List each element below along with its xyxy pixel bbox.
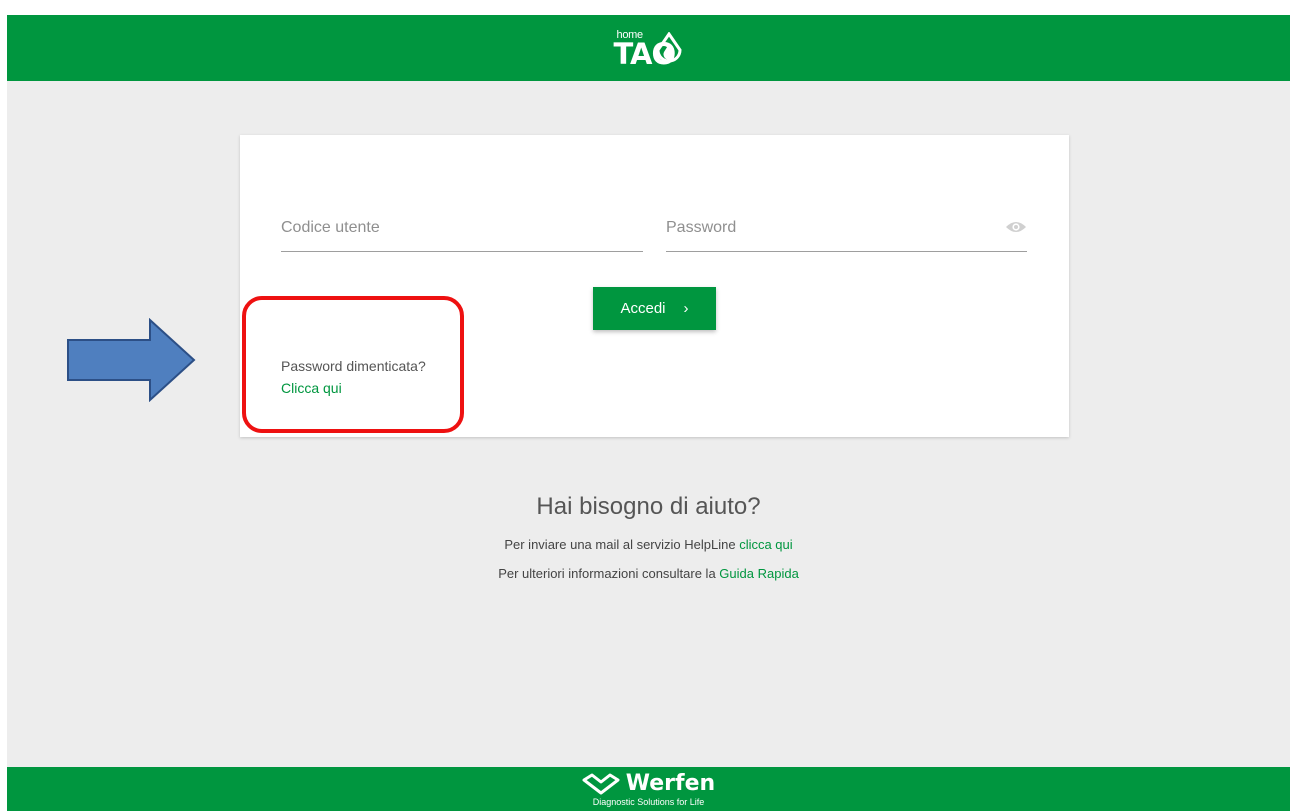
home-tao-logo-icon: home TAO [614, 23, 684, 73]
help-section: Hai bisogno di aiuto? Per inviare una ma… [7, 493, 1290, 581]
werfen-mark-icon [582, 773, 620, 794]
page-frame: home TAO Accedi › Password dimenticata? [7, 15, 1290, 811]
password-input[interactable] [666, 217, 1027, 237]
annotation-arrow-icon [67, 318, 196, 402]
help-mail-text: Per inviare una mail al servizio HelpLin… [504, 537, 740, 552]
drop-icon [655, 32, 682, 63]
helpline-mail-link[interactable]: clicca qui [739, 537, 792, 552]
footer-tagline: Diagnostic Solutions for Life [592, 797, 705, 807]
login-button[interactable]: Accedi › [593, 287, 716, 330]
footer-brand-name: Werfen [625, 771, 716, 796]
help-guide-line: Per ulteriori informazioni consultare la… [7, 566, 1290, 581]
eye-icon[interactable] [1005, 220, 1027, 234]
help-guide-text: Per ulteriori informazioni consultare la [498, 566, 720, 581]
login-button-label: Accedi [620, 300, 666, 317]
password-field [666, 217, 1027, 252]
annotation-highlight-box [242, 296, 464, 433]
footer-bar: Werfen Diagnostic Solutions for Life [7, 767, 1290, 811]
help-mail-line: Per inviare una mail al servizio HelpLin… [7, 537, 1290, 552]
user-code-input[interactable] [281, 217, 643, 237]
user-code-field [281, 217, 643, 252]
chevron-right-icon: › [683, 300, 689, 317]
werfen-logo-icon: Werfen [582, 771, 715, 796]
help-title: Hai bisogno di aiuto? [536, 493, 761, 520]
header-bar: home TAO [7, 15, 1290, 81]
quick-guide-link[interactable]: Guida Rapida [719, 566, 799, 581]
